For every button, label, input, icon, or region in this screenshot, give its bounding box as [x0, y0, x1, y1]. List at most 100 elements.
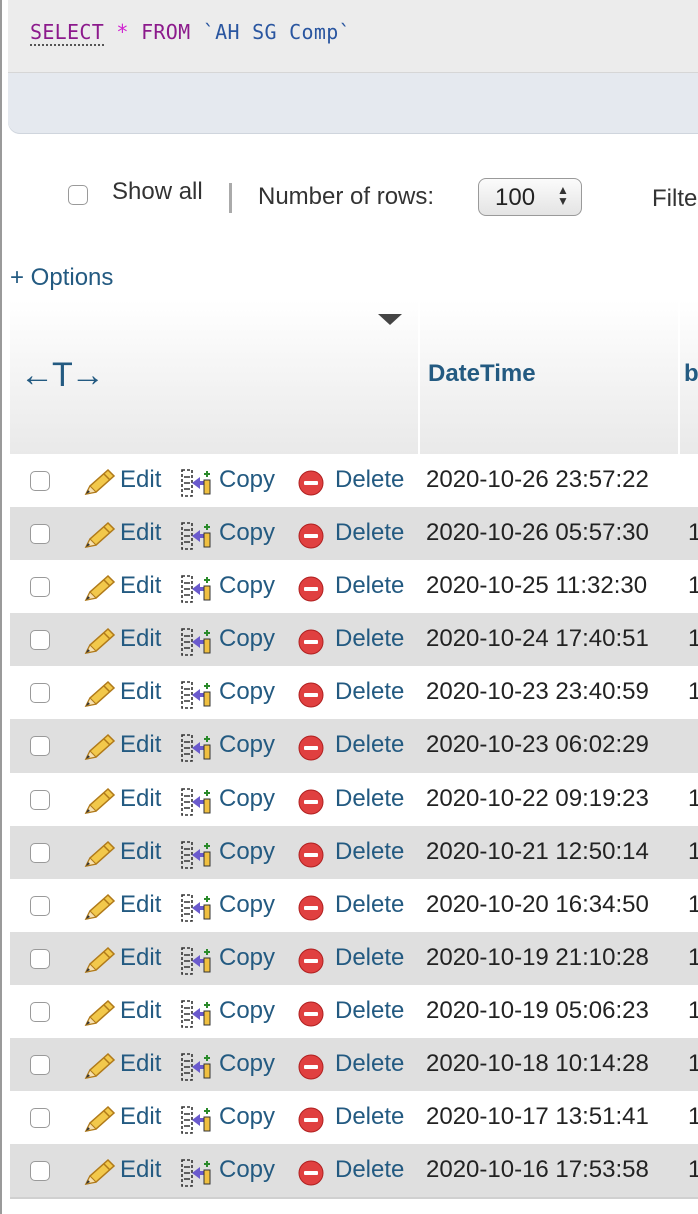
delete-link[interactable]: Delete [335, 997, 404, 1025]
copy-link[interactable]: Copy [219, 731, 275, 759]
next-column-cell[interactable]: 1 [688, 838, 698, 866]
delete-link[interactable]: Delete [335, 731, 404, 759]
pencil-icon[interactable] [82, 1105, 116, 1135]
delete-link[interactable]: Delete [335, 891, 404, 919]
delete-link[interactable]: Delete [335, 466, 404, 494]
datetime-cell[interactable]: 2020-10-26 05:57:30 [426, 519, 649, 547]
next-column-cell[interactable]: 1 [688, 1156, 698, 1184]
rows-count-select[interactable]: 100 ▲ ▼ [478, 178, 582, 216]
next-column-header[interactable]: b [684, 360, 698, 388]
datetime-cell[interactable]: 2020-10-21 12:50:14 [426, 838, 649, 866]
pencil-icon[interactable] [82, 840, 116, 870]
copy-row-icon[interactable] [180, 787, 212, 817]
row-select-checkbox[interactable] [30, 524, 50, 545]
next-column-cell[interactable]: 1 [688, 625, 698, 653]
options-link[interactable]: + Options [10, 264, 113, 292]
next-column-cell[interactable]: 1 [688, 1050, 698, 1078]
pencil-icon[interactable] [82, 999, 116, 1029]
row-select-checkbox[interactable] [30, 683, 50, 704]
datetime-cell[interactable]: 2020-10-22 09:19:23 [426, 785, 649, 813]
next-column-cell[interactable]: 1 [688, 997, 698, 1025]
pencil-icon[interactable] [82, 733, 116, 763]
edit-link[interactable]: Edit [120, 785, 161, 813]
next-column-cell[interactable]: 1 [688, 891, 698, 919]
copy-row-icon[interactable] [180, 521, 212, 551]
delete-icon[interactable] [298, 1107, 324, 1133]
edit-link[interactable]: Edit [120, 731, 161, 759]
copy-link[interactable]: Copy [219, 625, 275, 653]
delete-link[interactable]: Delete [335, 1103, 404, 1131]
delete-icon[interactable] [298, 895, 324, 921]
delete-link[interactable]: Delete [335, 838, 404, 866]
delete-icon[interactable] [298, 1160, 324, 1186]
delete-icon[interactable] [298, 789, 324, 815]
datetime-cell[interactable]: 2020-10-19 21:10:28 [426, 944, 649, 972]
edit-link[interactable]: Edit [120, 1103, 161, 1131]
edit-link[interactable]: Edit [120, 625, 161, 653]
datetime-cell[interactable]: 2020-10-19 05:06:23 [426, 997, 649, 1025]
datetime-cell[interactable]: 2020-10-24 17:40:51 [426, 625, 649, 653]
copy-link[interactable]: Copy [219, 678, 275, 706]
datetime-cell[interactable]: 2020-10-20 16:34:50 [426, 891, 649, 919]
copy-link[interactable]: Copy [219, 785, 275, 813]
delete-icon[interactable] [298, 682, 324, 708]
delete-link[interactable]: Delete [335, 944, 404, 972]
row-select-checkbox[interactable] [30, 1161, 50, 1182]
next-column-cell[interactable]: 1 [688, 572, 698, 600]
copy-link[interactable]: Copy [219, 944, 275, 972]
pencil-icon[interactable] [82, 627, 116, 657]
datetime-cell[interactable]: 2020-10-23 06:02:29 [426, 731, 649, 759]
edit-link[interactable]: Edit [120, 838, 161, 866]
copy-row-icon[interactable] [180, 840, 212, 870]
column-resize-icon[interactable]: ←T→ [20, 356, 105, 395]
edit-link[interactable]: Edit [120, 1156, 161, 1184]
row-select-checkbox[interactable] [30, 1108, 50, 1129]
next-column-cell[interactable]: 1 [688, 944, 698, 972]
row-select-checkbox[interactable] [30, 948, 50, 969]
edit-link[interactable]: Edit [120, 572, 161, 600]
copy-row-icon[interactable] [180, 1158, 212, 1188]
datetime-cell[interactable]: 2020-10-23 23:40:59 [426, 678, 649, 706]
pencil-icon[interactable] [82, 1052, 116, 1082]
delete-icon[interactable] [298, 948, 324, 974]
delete-icon[interactable] [298, 1001, 324, 1027]
delete-link[interactable]: Delete [335, 678, 404, 706]
next-column-cell[interactable]: 1 [688, 678, 698, 706]
sql-select-keyword[interactable]: SELECT [30, 20, 105, 46]
delete-icon[interactable] [298, 735, 324, 761]
row-select-checkbox[interactable] [30, 577, 50, 598]
next-column-cell[interactable]: 1 [688, 519, 698, 547]
copy-row-icon[interactable] [180, 946, 212, 976]
row-select-checkbox[interactable] [30, 736, 50, 757]
delete-icon[interactable] [298, 1054, 324, 1080]
delete-icon[interactable] [298, 629, 324, 655]
pencil-icon[interactable] [82, 946, 116, 976]
row-select-checkbox[interactable] [30, 471, 50, 491]
pencil-icon[interactable] [82, 1158, 116, 1188]
edit-link[interactable]: Edit [120, 891, 161, 919]
delete-icon[interactable] [298, 470, 324, 496]
datetime-cell[interactable]: 2020-10-25 11:32:30 [426, 572, 647, 600]
copy-row-icon[interactable] [180, 733, 212, 763]
edit-link[interactable]: Edit [120, 1050, 161, 1078]
delete-link[interactable]: Delete [335, 1050, 404, 1078]
row-select-checkbox[interactable] [30, 1055, 50, 1076]
datetime-cell[interactable]: 2020-10-26 23:57:22 [426, 466, 649, 494]
datetime-cell[interactable]: 2020-10-16 17:53:58 [426, 1156, 649, 1184]
pencil-icon[interactable] [82, 787, 116, 817]
delete-icon[interactable] [298, 842, 324, 868]
next-column-cell[interactable]: 1 [688, 785, 698, 813]
edit-link[interactable]: Edit [120, 678, 161, 706]
row-select-checkbox[interactable] [30, 842, 50, 863]
copy-row-icon[interactable] [180, 468, 212, 498]
copy-link[interactable]: Copy [219, 519, 275, 547]
delete-icon[interactable] [298, 576, 324, 602]
copy-row-icon[interactable] [180, 574, 212, 604]
delete-icon[interactable] [298, 523, 324, 549]
copy-link[interactable]: Copy [219, 1103, 275, 1131]
pencil-icon[interactable] [82, 680, 116, 710]
copy-row-icon[interactable] [180, 893, 212, 923]
delete-link[interactable]: Delete [335, 785, 404, 813]
row-select-checkbox[interactable] [30, 630, 50, 651]
datetime-column-header[interactable]: DateTime [428, 360, 536, 388]
